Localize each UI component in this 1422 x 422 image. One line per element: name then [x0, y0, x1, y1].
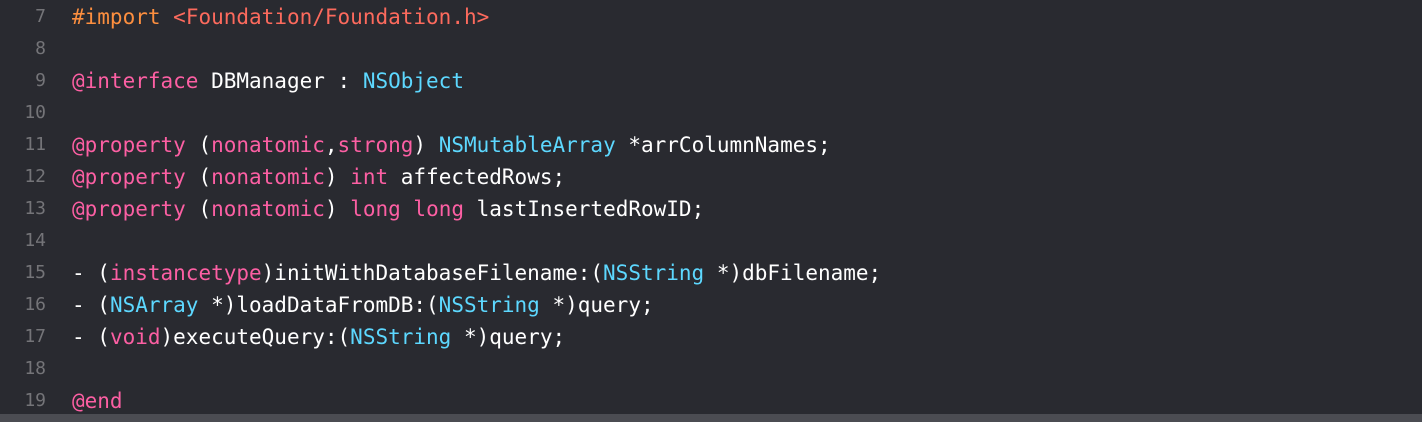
code-token-plain: *arrColumnNames; — [615, 133, 831, 157]
line-number: 10 — [24, 102, 46, 123]
line-number: 12 — [24, 166, 46, 187]
code-text: @property (nonatomic) int affectedRows; — [72, 161, 565, 193]
code-token-keyword: long — [413, 197, 464, 221]
line-number: 15 — [24, 262, 46, 283]
code-line[interactable]: 8 — [0, 33, 1422, 65]
line-number: 11 — [24, 134, 46, 155]
code-line[interactable]: 16 - (NSArray *)loadDataFromDB:(NSString … — [0, 289, 1422, 321]
code-token-keyword: instancetype — [109, 261, 262, 285]
code-token-keyword: @interface — [72, 69, 199, 93]
code-token-keyword: @end — [72, 389, 123, 413]
code-line[interactable]: 14 — [0, 225, 1422, 257]
code-token-keyword: int — [350, 165, 389, 189]
horizontal-scrollbar[interactable] — [0, 414, 1422, 422]
code-token-keyword: long — [350, 197, 401, 221]
code-line[interactable]: 11 @property (nonatomic,strong) NSMutable… — [0, 129, 1422, 161]
code-token-plain: ( — [185, 165, 212, 189]
code-token-keyword: nonatomic — [211, 165, 325, 189]
code-text: @end — [72, 385, 123, 417]
code-line[interactable]: 9 @interface DBManager : NSObject — [0, 65, 1422, 97]
code-token-type: NSMutableArray — [438, 133, 616, 157]
code-line[interactable]: 15 - (instancetype)initWithDatabaseFilena… — [0, 257, 1422, 289]
code-line[interactable]: 12 @property (nonatomic) int affectedRows… — [0, 161, 1422, 193]
code-token-type: NSString — [603, 261, 705, 285]
code-line[interactable]: 7 #import <Foundation/Foundation.h> — [0, 1, 1422, 33]
code-token-keyword: nonatomic — [211, 133, 325, 157]
code-area[interactable]: 7 #import <Foundation/Foundation.h> 8 9 @int… — [0, 0, 1422, 414]
code-line[interactable]: 17 - (void)executeQuery:(NSString *)query… — [0, 321, 1422, 353]
line-number: 14 — [24, 230, 46, 251]
code-token-keyword: nonatomic — [211, 197, 325, 221]
code-editor[interactable]: 7 #import <Foundation/Foundation.h> 8 9 @int… — [0, 0, 1422, 422]
code-token-plain: ) — [413, 133, 439, 157]
code-token-plain: *)query; — [451, 325, 566, 349]
code-text: @property (nonatomic,strong) NSMutableAr… — [72, 129, 831, 161]
line-number: 18 — [24, 358, 46, 379]
code-token-plain: lastInsertedRowID; — [464, 197, 705, 221]
code-token-plain: - ( — [72, 325, 110, 349]
code-token-type: NSString — [350, 325, 452, 349]
line-number: 17 — [24, 326, 46, 347]
code-token-plain: *)dbFilename; — [704, 261, 882, 285]
line-number: 19 — [24, 390, 46, 411]
line-number: 16 — [24, 294, 46, 315]
code-token-plain: ) — [324, 165, 351, 189]
code-token-type: NSString — [438, 293, 540, 317]
code-token-plain: DBManager : — [198, 69, 363, 93]
code-token-type: NSArray — [109, 293, 199, 317]
code-line[interactable]: 10 — [0, 97, 1422, 129]
code-token-plain: - ( — [72, 261, 110, 285]
scrollbar-thumb[interactable] — [0, 414, 1422, 422]
code-text: - (instancetype)initWithDatabaseFilename… — [72, 257, 881, 289]
code-text: - (NSArray *)loadDataFromDB:(NSString *)… — [72, 289, 654, 321]
code-token-keyword: strong — [337, 133, 414, 157]
code-token-plain: *)loadDataFromDB:( — [198, 293, 439, 317]
line-number: 9 — [35, 70, 46, 91]
line-number: 13 — [24, 198, 46, 219]
code-token-keyword: @property — [72, 133, 186, 157]
code-token-type: NSObject — [362, 69, 464, 93]
code-text: @interface DBManager : NSObject — [72, 65, 464, 97]
code-token-plain: affectedRows; — [388, 165, 566, 189]
code-token-keyword: @property — [72, 165, 186, 189]
code-token-string: <Foundation/Foundation.h> — [173, 5, 490, 29]
code-token-plain: )initWithDatabaseFilename:( — [261, 261, 604, 285]
code-line[interactable]: 18 — [0, 353, 1422, 385]
code-text: @property (nonatomic) long long lastInse… — [72, 193, 704, 225]
code-token-plain: - ( — [72, 293, 110, 317]
line-number: 8 — [35, 38, 46, 59]
code-token-keyword: @property — [72, 197, 186, 221]
code-line[interactable]: 13 @property (nonatomic) long long lastIn… — [0, 193, 1422, 225]
code-token-macro: #import — [72, 5, 161, 29]
code-token-plain: *)query; — [539, 293, 654, 317]
code-text: #import <Foundation/Foundation.h> — [72, 1, 489, 33]
code-token-plain: ( — [185, 133, 212, 157]
line-number: 7 — [35, 6, 46, 27]
code-token-plain: ) — [324, 197, 351, 221]
code-token-keyword: void — [109, 325, 161, 349]
code-token-plain: , — [324, 133, 338, 157]
code-text: - (void)executeQuery:(NSString *)query; — [72, 321, 565, 353]
code-line[interactable]: 19 @end — [0, 385, 1422, 417]
code-token-plain: )executeQuery:( — [160, 325, 351, 349]
code-token-plain: ( — [185, 197, 212, 221]
